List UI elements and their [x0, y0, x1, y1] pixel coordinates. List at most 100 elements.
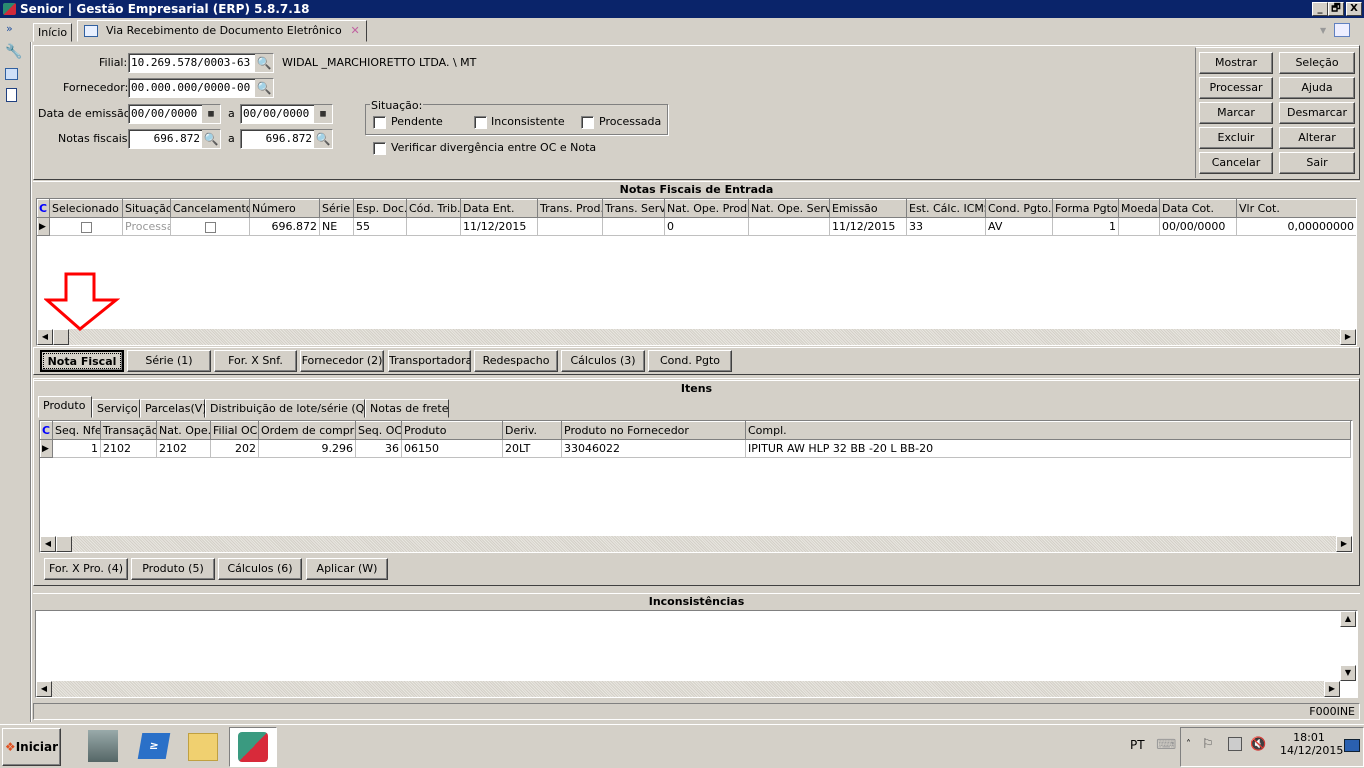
expand-icon[interactable]: »: [6, 22, 13, 35]
pendente-checkbox[interactable]: [373, 116, 386, 129]
column-header[interactable]: Compl.: [745, 421, 1351, 440]
tab-inicio[interactable]: Início: [33, 23, 73, 42]
search-icon[interactable]: 🔍: [314, 130, 332, 148]
network-icon[interactable]: [1228, 737, 1242, 751]
notas-grid[interactable]: C Selecionado Situação Cancelamento Número Sé…: [36, 198, 1357, 346]
column-header[interactable]: Seq. Nfe: [52, 421, 101, 440]
action-processar-button[interactable]: Processar: [1199, 77, 1273, 99]
column-header[interactable]: Produto no Fornecedor: [561, 421, 746, 440]
search-icon[interactable]: 🔍: [202, 130, 220, 148]
column-header[interactable]: Filial OC: [210, 421, 259, 440]
notas-from-input[interactable]: 696.872 🔍: [128, 129, 221, 149]
column-header[interactable]: Nat. Ope.: [156, 421, 211, 440]
data-to-input[interactable]: 00/00/0000 ▦: [240, 104, 333, 124]
itens-button-2[interactable]: Cálculos (6): [218, 558, 302, 580]
flag-icon[interactable]: ⚐: [1202, 737, 1214, 752]
action-marcar-button[interactable]: Marcar: [1199, 102, 1273, 124]
notas-button-4[interactable]: Transportadora: [388, 350, 471, 372]
column-header[interactable]: Emissão: [829, 199, 907, 218]
column-header[interactable]: Cancelamento: [170, 199, 250, 218]
notas-button-5[interactable]: Redespacho: [474, 350, 558, 372]
inconsistencias-hscrollbar[interactable]: [36, 681, 1340, 697]
column-header[interactable]: Trans. Prod.: [537, 199, 603, 218]
verificar-checkbox[interactable]: [373, 142, 386, 155]
column-header[interactable]: Nat. Ope. Prod.: [664, 199, 749, 218]
scroll-up-button[interactable]: ▲: [1340, 611, 1356, 627]
row-selector-icon[interactable]: ▶: [40, 439, 53, 458]
column-header[interactable]: Produto: [401, 421, 503, 440]
itens-button-1[interactable]: Produto (5): [131, 558, 215, 580]
search-icon[interactable]: 🔍: [255, 79, 273, 97]
notas-button-1[interactable]: Série (1): [127, 350, 211, 372]
minimize-button[interactable]: _: [1312, 2, 1328, 16]
tab-via-recebimento[interactable]: Via Recebimento de Documento Eletrônico …: [77, 20, 367, 42]
action-excluir-button[interactable]: Excluir: [1199, 127, 1273, 149]
fornecedor-input[interactable]: 00.000.000/0000-00 🔍: [128, 78, 274, 98]
scroll-left-button[interactable]: ◀: [40, 536, 56, 552]
filial-input[interactable]: 10.269.578/0003-63 🔍: [128, 53, 274, 73]
column-header[interactable]: Esp. Doc.: [353, 199, 407, 218]
column-header[interactable]: Deriv.: [502, 421, 562, 440]
scroll-thumb[interactable]: [56, 536, 72, 552]
action-seleção-button[interactable]: Seleção: [1279, 52, 1355, 74]
action-ajuda-button[interactable]: Ajuda: [1279, 77, 1355, 99]
column-header[interactable]: Trans. Serv.: [602, 199, 665, 218]
tray-expand-icon[interactable]: ˄: [1186, 739, 1191, 750]
processada-checkbox[interactable]: [581, 116, 594, 129]
row-checkbox[interactable]: [170, 217, 250, 236]
tab-distribui-o-de-lote-s-rie-q-[interactable]: Distribuição de lote/série (Q): [205, 399, 369, 418]
inconsistente-checkbox[interactable]: [474, 116, 487, 129]
tab-produto[interactable]: Produto: [38, 396, 92, 418]
action-alterar-button[interactable]: Alterar: [1279, 127, 1355, 149]
scroll-left-button[interactable]: ◀: [36, 681, 52, 697]
notas-button-0[interactable]: Nota Fiscal: [40, 350, 124, 372]
calendar-icon[interactable]: ▦: [314, 105, 332, 123]
column-header[interactable]: Cond. Pgto.: [985, 199, 1053, 218]
itens-grid[interactable]: C Seq. Nfe Transação Nat. Ope. Filial OC Orde…: [39, 420, 1353, 553]
column-header[interactable]: Est. Cálc. ICMS: [906, 199, 986, 218]
panel-icon[interactable]: [5, 68, 18, 80]
column-header[interactable]: Data Ent.: [460, 199, 538, 218]
column-header[interactable]: C: [40, 421, 53, 440]
column-header[interactable]: Nat. Ope. Serv.: [748, 199, 830, 218]
column-header[interactable]: Série: [319, 199, 354, 218]
show-desktop-icon[interactable]: [1344, 739, 1360, 752]
column-header[interactable]: Ordem de compra: [258, 421, 356, 440]
column-header[interactable]: Número: [249, 199, 320, 218]
scroll-right-button[interactable]: ▶: [1324, 681, 1340, 697]
keyboard-icon[interactable]: ⌨: [1156, 737, 1176, 753]
column-header[interactable]: Transação: [100, 421, 157, 440]
calendar-icon[interactable]: ▦: [202, 105, 220, 123]
notas-hscrollbar[interactable]: [37, 329, 1356, 345]
scroll-right-button[interactable]: ▶: [1336, 536, 1352, 552]
notas-button-7[interactable]: Cond. Pgto: [648, 350, 732, 372]
tab-parcelas-v-[interactable]: Parcelas(V): [140, 399, 207, 418]
column-header[interactable]: Forma Pgto.: [1052, 199, 1119, 218]
table-row[interactable]: ▶ Processada 696.872NE55 11/12/2015 0 11/12/2…: [37, 217, 1356, 236]
restore-button[interactable]: 🗗: [1328, 2, 1344, 16]
language-indicator[interactable]: PT: [1130, 735, 1145, 755]
notas-button-6[interactable]: Cálculos (3): [561, 350, 645, 372]
notas-to-input[interactable]: 696.872 🔍: [240, 129, 333, 149]
tab-servi-o[interactable]: Serviço: [92, 399, 140, 418]
data-from-input[interactable]: 00/00/0000 ▦: [128, 104, 221, 124]
start-button[interactable]: ❖Iniciar: [2, 728, 61, 766]
itens-button-3[interactable]: Aplicar (W): [306, 558, 388, 580]
close-tab-icon[interactable]: ✕: [351, 21, 360, 41]
server-manager-icon[interactable]: [88, 730, 118, 762]
powershell-icon[interactable]: ≥: [137, 733, 171, 759]
senior-app-task[interactable]: [229, 727, 277, 767]
volume-muted-icon[interactable]: 🔇: [1250, 737, 1266, 752]
column-header[interactable]: C: [37, 199, 50, 218]
tab-notas-de-frete[interactable]: Notas de frete: [365, 399, 449, 418]
clock[interactable]: 18:01 14/12/2015: [1280, 731, 1343, 757]
action-desmarcar-button[interactable]: Desmarcar: [1279, 102, 1355, 124]
row-selector-icon[interactable]: ▶: [37, 217, 50, 236]
explorer-icon[interactable]: [188, 733, 218, 761]
notas-button-2[interactable]: For. X Snf.: [214, 350, 297, 372]
column-header[interactable]: Data Cot.: [1159, 199, 1237, 218]
form-icon[interactable]: [6, 88, 17, 102]
action-cancelar-button[interactable]: Cancelar: [1199, 152, 1273, 174]
column-header[interactable]: Situação: [122, 199, 171, 218]
column-header[interactable]: Cód. Trib.: [406, 199, 461, 218]
